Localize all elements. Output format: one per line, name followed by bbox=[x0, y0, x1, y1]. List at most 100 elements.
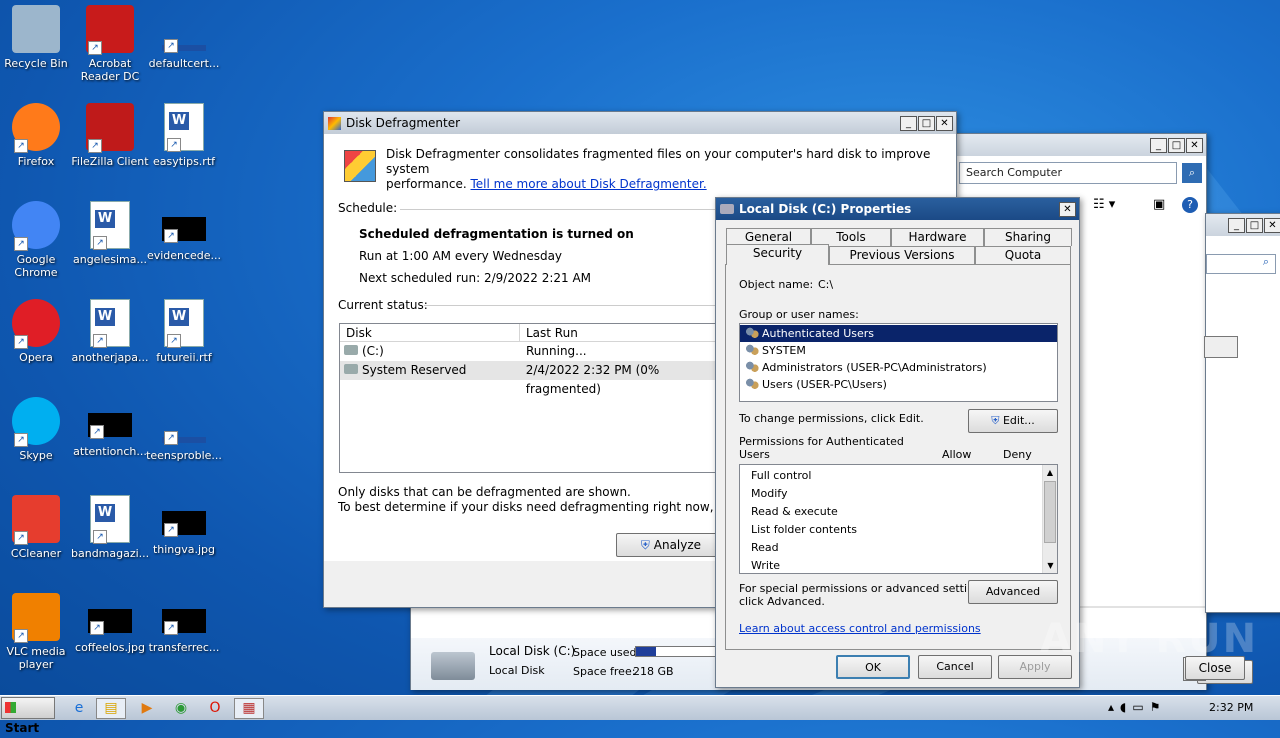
speaker-icon[interactable]: ◖ bbox=[1120, 700, 1132, 714]
desktop-icon-label: evidencede... bbox=[146, 249, 222, 262]
search-input[interactable]: Search Computer bbox=[959, 162, 1177, 184]
desktop-icon[interactable]: ↗ Google Chrome bbox=[0, 201, 75, 279]
minimize-icon[interactable]: _ bbox=[1150, 137, 1167, 153]
explorer-window-partial[interactable]: _ □ ✕ ⌕ bbox=[1204, 213, 1280, 613]
users-group-icon bbox=[745, 378, 759, 391]
filezilla-icon: ↗ bbox=[86, 103, 134, 153]
desktop-icon[interactable]: ↗ Opera bbox=[0, 299, 75, 364]
close-icon[interactable]: ✕ bbox=[1264, 217, 1280, 233]
maximize-icon[interactable]: □ bbox=[1246, 217, 1263, 233]
desktop-icon[interactable]: ↗ FileZilla Client bbox=[71, 103, 149, 168]
shortcut-arrow-icon: ↗ bbox=[164, 229, 178, 243]
desktop-icon[interactable]: ↗ VLC media player bbox=[0, 593, 75, 671]
view-options-icon[interactable]: ☷ ▾ bbox=[1093, 197, 1115, 212]
current-status-label: Current status: bbox=[338, 298, 428, 312]
close-icon[interactable]: ✕ bbox=[1186, 137, 1203, 153]
window-buttons[interactable]: _ □ ✕ bbox=[1150, 137, 1203, 153]
local-disk-properties-dialog[interactable]: Local Disk (C:) Properties ✕ General Tool… bbox=[715, 197, 1080, 688]
desktop-icon[interactable]: ↗ Firefox bbox=[0, 103, 75, 168]
learn-access-control-link[interactable]: Learn about access control and permissio… bbox=[739, 622, 981, 635]
scroll-down-icon[interactable]: ▼ bbox=[1043, 558, 1058, 573]
help-icon[interactable]: ? bbox=[1182, 197, 1198, 213]
windows-logo-icon bbox=[5, 702, 16, 713]
group-label: Group or user names: bbox=[739, 308, 859, 321]
learn-more-link[interactable]: Tell me more about Disk Defragmenter. bbox=[471, 177, 707, 191]
desktop-icon[interactable]: ↗ Skype bbox=[0, 397, 75, 462]
user-list-item[interactable]: Users (USER-PC\Users) bbox=[740, 376, 1057, 393]
desktop-icon-label: bandmagazi... bbox=[71, 547, 150, 560]
desktop-icon[interactable]: ↗ defaultcert... bbox=[145, 5, 223, 70]
shield-icon: ⛨ bbox=[991, 414, 1000, 427]
hard-drive-icon bbox=[431, 652, 475, 680]
tray-icons[interactable]: ▴◖▭⚑ bbox=[1108, 700, 1166, 714]
user-list-item[interactable]: Authenticated Users bbox=[740, 325, 1057, 342]
desktop-icon[interactable]: ↗ CCleaner bbox=[0, 495, 75, 560]
desktop-icon[interactable]: ↗ teensproble... bbox=[145, 397, 223, 462]
defrag-titlebar[interactable]: Disk Defragmenter _ □ ✕ bbox=[324, 112, 956, 134]
desktop-icon[interactable]: ↗ transferrec... bbox=[145, 593, 223, 654]
scroll-up-icon[interactable]: ▲ bbox=[1043, 465, 1057, 480]
table-row[interactable]: System Reserved 2/4/2022 2:32 PM (0% frag… bbox=[340, 361, 738, 396]
shield-icon: ⛨ bbox=[640, 538, 650, 552]
internet-explorer-icon[interactable]: e bbox=[64, 698, 94, 719]
defrag-task-icon[interactable]: ▦ bbox=[234, 698, 264, 719]
explorer-icon[interactable]: ▤ bbox=[96, 698, 126, 719]
edit-button[interactable]: ⛨ Edit... bbox=[968, 409, 1058, 433]
scrollbar-thumb[interactable] bbox=[1044, 481, 1056, 543]
desktop-icon-label: easytips.rtf bbox=[152, 155, 216, 168]
chevron-up-icon[interactable]: ▴ bbox=[1108, 700, 1120, 714]
tab-hardware[interactable]: Hardware bbox=[891, 228, 984, 246]
desktop-icon[interactable]: ↗ attentionch... bbox=[71, 397, 149, 458]
user-list-item[interactable]: SYSTEM bbox=[740, 342, 1057, 359]
table-row[interactable]: (C:) Running... bbox=[340, 342, 738, 361]
user-list-item[interactable]: Administrators (USER-PC\Administrators) bbox=[740, 359, 1057, 376]
maximize-icon[interactable]: □ bbox=[918, 115, 935, 131]
desktop-icon[interactable]: W ↗ angelesima... bbox=[71, 201, 149, 266]
ok-button[interactable]: OK bbox=[836, 655, 910, 679]
flag-icon[interactable]: ⚑ bbox=[1150, 700, 1167, 714]
desktop-icon[interactable]: Recycle Bin bbox=[0, 5, 75, 70]
advanced-button[interactable]: Advanced bbox=[968, 580, 1058, 604]
close-icon[interactable]: ✕ bbox=[1059, 201, 1076, 217]
permission-list[interactable]: Full control Modify Read & execute List fol… bbox=[739, 464, 1058, 574]
start-button[interactable]: Start bbox=[1, 697, 55, 735]
properties-titlebar[interactable]: Local Disk (C:) Properties ✕ bbox=[716, 198, 1079, 220]
maximize-icon[interactable]: □ bbox=[1168, 137, 1185, 153]
analyze-button[interactable]: ⛨ Analyze bbox=[616, 533, 726, 557]
desktop-icon[interactable]: ↗ coffeelos.jpg bbox=[71, 593, 149, 654]
col-last-run-header[interactable]: Last Run bbox=[520, 324, 578, 341]
desktop-icon[interactable]: ↗ evidencede... bbox=[145, 201, 223, 262]
close-icon[interactable]: ✕ bbox=[936, 115, 953, 131]
user-list[interactable]: Authenticated Users SYSTEM Administrators … bbox=[739, 323, 1058, 402]
opera-icon[interactable]: O bbox=[200, 698, 230, 719]
col-disk-header[interactable]: Disk bbox=[340, 324, 520, 341]
network-icon[interactable]: ▭ bbox=[1132, 700, 1149, 714]
minimize-icon[interactable]: _ bbox=[1228, 217, 1245, 233]
tab-quota[interactable]: Quota bbox=[975, 246, 1071, 264]
scrollbar[interactable]: ▲ ▼ bbox=[1042, 465, 1057, 573]
desktop-icon-label: thingva.jpg bbox=[152, 543, 216, 556]
desktop-icon[interactable]: W ↗ anotherjapa... bbox=[71, 299, 149, 364]
desktop-icon[interactable]: ↗ Acrobat Reader DC bbox=[71, 5, 149, 83]
tab-previous-versions[interactable]: Previous Versions bbox=[829, 246, 975, 264]
defrag-intro-line2: performance. bbox=[386, 177, 467, 191]
media-player-icon[interactable]: ▶ bbox=[132, 698, 162, 719]
desktop-icon[interactable]: ↗ thingva.jpg bbox=[145, 495, 223, 556]
search-icon[interactable]: ⌕ bbox=[1206, 254, 1276, 274]
clock[interactable]: 2:32 PM bbox=[1209, 701, 1253, 714]
chrome-icon[interactable]: ◉ bbox=[166, 698, 196, 719]
skype-icon: ↗ bbox=[12, 397, 60, 447]
shortcut-arrow-icon: ↗ bbox=[90, 621, 104, 635]
cancel-button[interactable]: Cancel bbox=[918, 655, 992, 679]
tab-sharing[interactable]: Sharing bbox=[984, 228, 1072, 246]
tab-security[interactable]: Security bbox=[726, 244, 829, 265]
desktop-icon[interactable]: W ↗ easytips.rtf bbox=[145, 103, 223, 168]
minimize-icon[interactable]: _ bbox=[900, 115, 917, 131]
desktop-icon[interactable]: W ↗ bandmagazi... bbox=[71, 495, 149, 560]
disk-list[interactable]: Disk Last Run (C:) Running... System Reser… bbox=[339, 323, 739, 473]
desktop-icon-label: attentionch... bbox=[73, 445, 147, 458]
desktop-icon[interactable]: W ↗ futureii.rtf bbox=[145, 299, 223, 364]
preview-pane-icon[interactable]: ▣ bbox=[1153, 197, 1165, 212]
drive-type: Local Disk bbox=[489, 664, 545, 677]
search-icon[interactable]: ⌕ bbox=[1182, 163, 1202, 183]
